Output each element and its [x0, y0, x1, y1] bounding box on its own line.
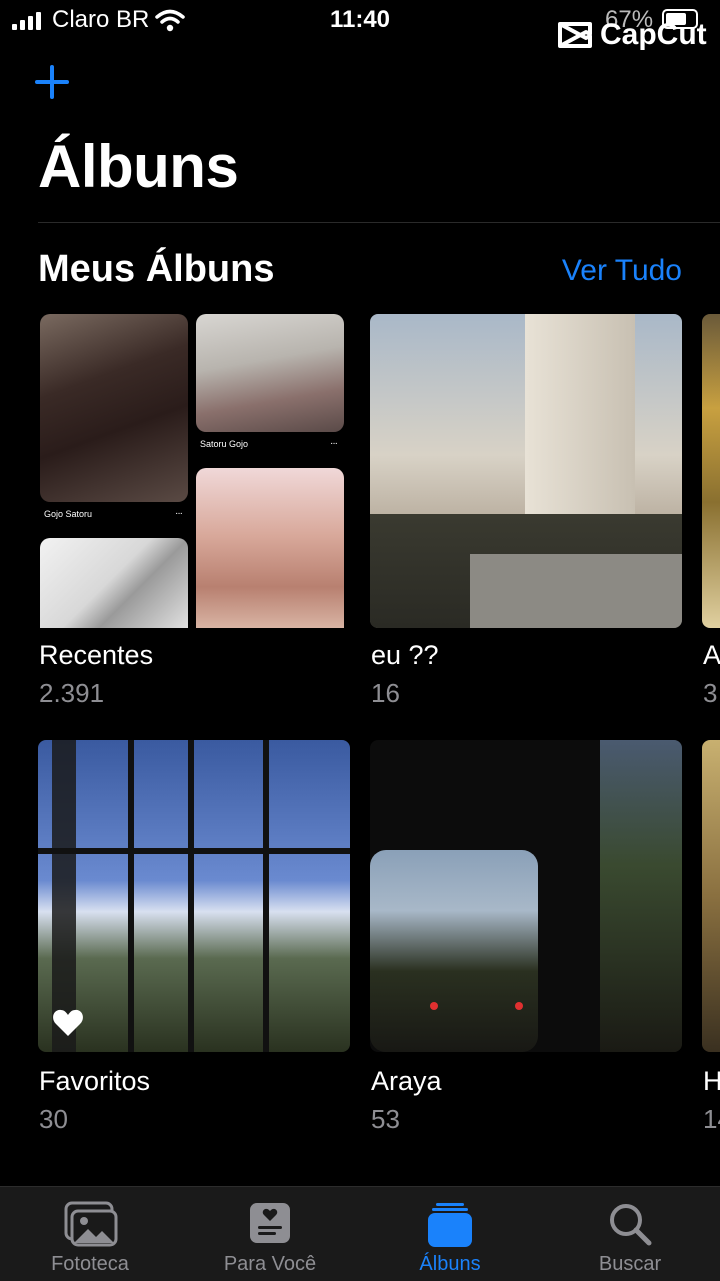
- album-thumbnail-araya[interactable]: [370, 740, 682, 1052]
- tab-label: Álbuns: [419, 1253, 481, 1275]
- album-name: Araya: [371, 1066, 442, 1096]
- more-icon: ···: [330, 438, 338, 449]
- capcut-text: CapCut: [600, 18, 707, 51]
- status-bar: Claro BR 11:40 67% CapCut: [0, 0, 720, 51]
- see-all-button[interactable]: Ver Tudo: [562, 254, 682, 288]
- photo-thumbnail: [196, 468, 344, 628]
- album-count: 3: [703, 678, 718, 708]
- photo-thumbnail: [196, 314, 344, 432]
- more-icon: ···: [175, 508, 183, 519]
- pin-caption: Gojo Satoru: [44, 509, 93, 519]
- album-name: A: [703, 640, 720, 670]
- album-thumbnail-favoritos[interactable]: [38, 740, 350, 1052]
- tab-buscar[interactable]: Buscar: [540, 1187, 720, 1281]
- album-count: 53: [371, 1104, 400, 1134]
- album-count: 16: [371, 678, 400, 708]
- tab-label: Fototeca: [51, 1253, 129, 1275]
- album-thumbnail-eu[interactable]: [370, 314, 682, 628]
- add-album-button[interactable]: [34, 64, 70, 100]
- albums-icon: [428, 1203, 472, 1247]
- album-count: 30: [39, 1104, 68, 1134]
- photos-library-icon: [64, 1201, 118, 1247]
- tab-label: Buscar: [598, 1253, 662, 1275]
- album-thumbnail-partial[interactable]: [702, 740, 720, 1052]
- album-name: H: [703, 1066, 720, 1096]
- album-thumbnail-recentes[interactable]: Gojo Satoru ··· Satoru Gojo ···: [38, 314, 344, 628]
- album-thumbnail-partial[interactable]: [702, 314, 720, 628]
- capcut-logo-icon: [558, 22, 592, 48]
- tab-para-voce[interactable]: Para Você: [180, 1187, 360, 1281]
- album-name: Recentes: [39, 640, 154, 670]
- page-title: Álbuns: [38, 133, 239, 200]
- tab-albuns[interactable]: Álbuns: [360, 1187, 540, 1281]
- album-name: Favoritos: [39, 1066, 151, 1096]
- heart-icon: [53, 1009, 83, 1036]
- tab-bar: Fototeca Para Você Álbuns Buscar: [0, 1186, 720, 1281]
- album-count: 14: [703, 1104, 720, 1134]
- for-you-icon: [250, 1203, 290, 1243]
- capcut-watermark: CapCut: [556, 18, 707, 52]
- header-divider: [38, 222, 720, 223]
- photo-thumbnail: [40, 314, 188, 502]
- pin-caption: Satoru Gojo: [200, 439, 249, 449]
- album-name: eu ??: [371, 640, 439, 670]
- tab-fototeca[interactable]: Fototeca: [0, 1187, 180, 1281]
- section-title: Meus Álbuns: [38, 248, 275, 290]
- album-count: 2.391: [39, 678, 105, 708]
- photo-thumbnail: [40, 538, 188, 628]
- search-icon: [610, 1204, 652, 1246]
- tab-label: Para Você: [223, 1253, 317, 1275]
